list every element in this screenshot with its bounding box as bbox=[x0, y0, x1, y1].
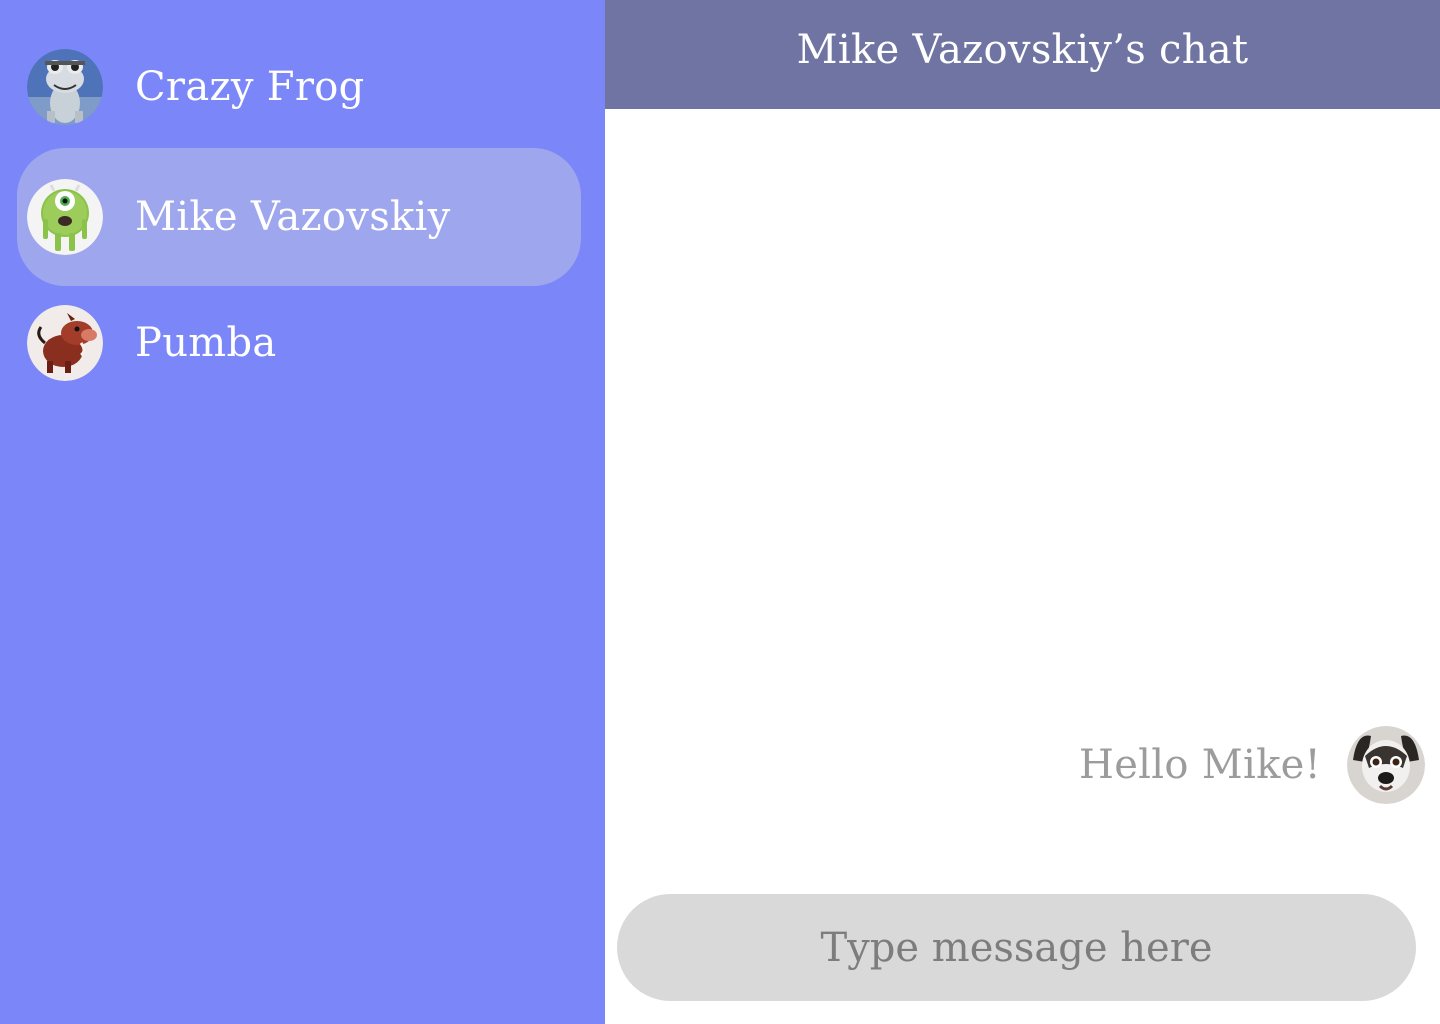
chat-panel: Mike Vazovskiy’s chat Hello Mike! bbox=[605, 0, 1440, 1024]
chat-title: Mike Vazovskiy’s chat bbox=[796, 26, 1249, 73]
dog-avatar-icon bbox=[1347, 726, 1425, 804]
message-text: Hello Mike! bbox=[1079, 742, 1321, 788]
message-outgoing: Hello Mike! bbox=[1079, 726, 1425, 804]
contact-name: Pumba bbox=[135, 320, 277, 366]
message-input[interactable] bbox=[617, 894, 1416, 1001]
crazy-frog-avatar-icon bbox=[27, 49, 103, 125]
chat-header: Mike Vazovskiy’s chat bbox=[605, 0, 1440, 109]
chat-app: Crazy Frog Mike Vazovskiy Pumba Mike Vaz… bbox=[0, 0, 1440, 1024]
contact-item-mike-vazovskiy[interactable]: Mike Vazovskiy bbox=[17, 148, 581, 286]
contacts-sidebar: Crazy Frog Mike Vazovskiy Pumba bbox=[0, 0, 605, 1024]
mike-wazowski-avatar-icon bbox=[27, 179, 103, 255]
contact-name: Mike Vazovskiy bbox=[135, 194, 451, 240]
contact-item-pumba[interactable]: Pumba bbox=[17, 274, 581, 412]
pumbaa-avatar-icon bbox=[27, 305, 103, 381]
contact-item-crazy-frog[interactable]: Crazy Frog bbox=[17, 18, 581, 156]
contact-name: Crazy Frog bbox=[135, 64, 365, 110]
